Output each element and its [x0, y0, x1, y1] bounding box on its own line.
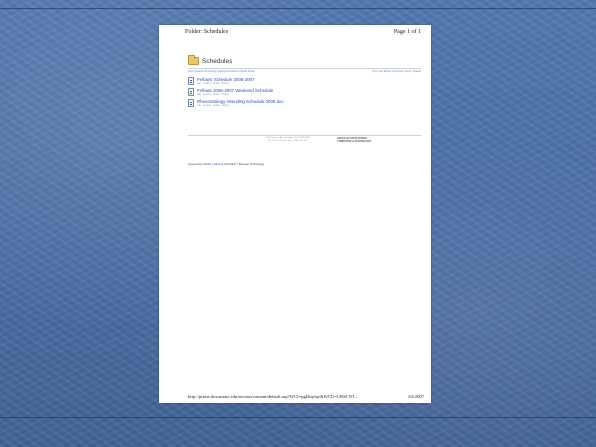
footer-contact-line: Tel: (718) 270-1234 Fax: (718) 270-1567 — [268, 140, 308, 142]
document-actions[interactable]: edit · rename · delete · history — [197, 93, 273, 96]
footer-divider — [188, 135, 421, 136]
toolbar-right-links[interactable]: Print | My Books | Previous | Next | Sea… — [372, 70, 421, 76]
list-item[interactable]: Fellows 2006-2007 Weekend Schedule edit … — [188, 88, 338, 98]
footer-office: OFFICE OF EDUCATIONAL COMPUTING & TECHNO… — [337, 137, 407, 143]
page-footer-date: 3/4/2007 — [407, 394, 424, 399]
folder-title: Schedules — [202, 57, 233, 65]
folder-toolbar: New Content Technology Settings Favorite… — [188, 68, 421, 76]
document-icon — [188, 99, 194, 107]
list-item[interactable]: Rheumatology Attending Schedule 2006.doc… — [188, 99, 338, 109]
footer-address: 450 Clarkson Ave, Brooklyn, NY 11203-209… — [243, 137, 333, 143]
document-actions[interactable]: edit · rename · delete · history — [197, 82, 254, 85]
document-actions[interactable]: edit · rename · delete · history — [197, 104, 284, 107]
powered-by: powered by ASGS, Learning WorkSite™ Brow… — [188, 162, 264, 166]
document-list: Fellows' Schedule 2006-2007 edit · renam… — [188, 77, 338, 110]
page-header: Folder: Schedules Page 1 of 1 — [185, 29, 421, 39]
page-header-folder: Folder: Schedules — [185, 29, 229, 35]
page-footer: http://prime.downstate.edu/section/conte… — [188, 394, 424, 399]
page-header-pagenum: Page 1 of 1 — [393, 29, 421, 35]
page-footer-url: http://prime.downstate.edu/section/conte… — [188, 394, 358, 399]
list-item[interactable]: Fellows' Schedule 2006-2007 edit · renam… — [188, 77, 338, 87]
footer-office-line: COMPUTING & TECHNOLOGY — [337, 140, 372, 143]
document-icon — [188, 77, 194, 85]
slide-bottom-rule — [0, 417, 596, 418]
powered-prefix: powered by — [188, 162, 203, 166]
printed-page: Folder: Schedules Page 1 of 1 Schedules … — [159, 25, 431, 403]
slide-top-rule — [0, 8, 596, 9]
folder-icon — [188, 55, 199, 65]
folder-heading: Schedules — [188, 55, 233, 66]
toolbar-left-links[interactable]: New Content Technology Settings Favorite… — [188, 70, 255, 76]
powered-link[interactable]: ASGS, Learning — [203, 162, 223, 166]
powered-suffix: WorkSite™ Browser Technology — [224, 162, 265, 166]
document-icon — [188, 88, 194, 96]
